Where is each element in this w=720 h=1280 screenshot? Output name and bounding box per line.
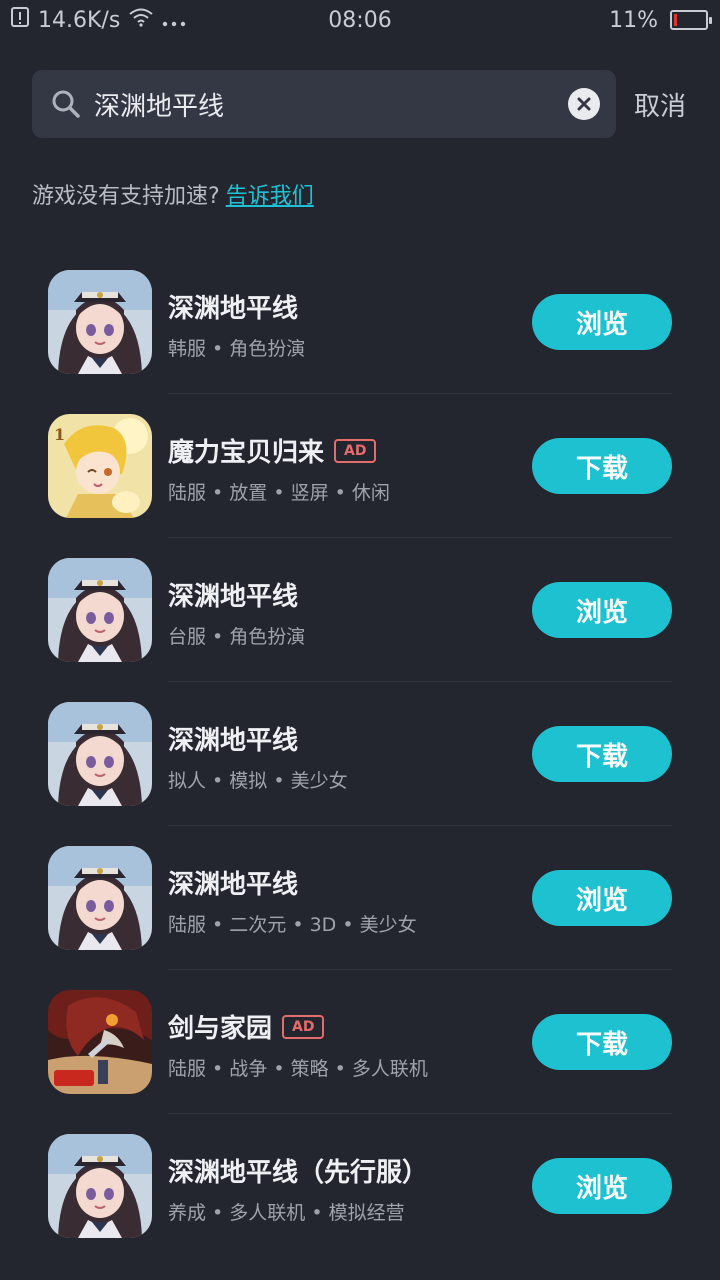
game-tags: 养成 • 多人联机 • 模拟经营 <box>168 1202 405 1224</box>
game-title-line: 深渊地平线 <box>168 288 298 325</box>
download-button[interactable]: 下载 <box>532 1014 672 1070</box>
ad-badge: AD <box>282 1014 325 1039</box>
game-list-item[interactable]: 1 魔力宝贝归来 AD 陆服 • 放置 • 竖屏 • 休闲 下载 <box>48 394 672 538</box>
hint-text: 游戏没有支持加速? <box>32 184 220 209</box>
game-list-item[interactable]: 剑与家园 AD 陆服 • 战争 • 策略 • 多人联机 下载 <box>48 970 672 1114</box>
sword-home-icon[interactable] <box>48 990 152 1094</box>
game-list-item[interactable]: 深渊地平线拟人 • 模拟 • 美少女 下载 <box>48 682 672 826</box>
abyss-horizon-icon[interactable] <box>48 270 152 374</box>
game-list-item[interactable]: 深渊地平线陆服 • 二次元 • 3D • 美少女 浏览 <box>48 826 672 970</box>
browse-button[interactable]: 浏览 <box>532 1158 672 1214</box>
game-title: 深渊地平线（先行服） <box>168 1158 429 1188</box>
tell-us-link[interactable]: 告诉我们 <box>226 184 314 209</box>
abyss-horizon-icon[interactable] <box>48 846 152 950</box>
status-bar: 14.6K/s 08:06 11% <box>0 0 720 40</box>
crossgate-icon[interactable]: 1 <box>48 414 152 518</box>
abyss-horizon-icon[interactable] <box>48 1134 152 1238</box>
game-title-line: 深渊地平线（先行服） <box>168 1152 428 1189</box>
download-button[interactable]: 下载 <box>532 438 672 494</box>
game-title-line: 深渊地平线 <box>168 720 298 757</box>
clear-icon[interactable] <box>568 88 600 120</box>
battery-icon <box>670 10 712 30</box>
abyss-horizon-icon[interactable] <box>48 558 152 662</box>
game-title: 魔力宝贝归来 <box>168 438 325 468</box>
browse-button[interactable]: 浏览 <box>532 294 672 350</box>
game-title-line: 深渊地平线 <box>168 864 298 901</box>
game-title: 剑与家园 <box>168 1014 273 1044</box>
abyss-horizon-icon[interactable] <box>48 702 152 806</box>
game-tags: 拟人 • 模拟 • 美少女 <box>168 770 348 792</box>
unsupported-game-hint: 游戏没有支持加速? 告诉我们 <box>32 178 314 210</box>
download-button[interactable]: 下载 <box>532 726 672 782</box>
game-title: 深渊地平线 <box>168 582 299 612</box>
cancel-button[interactable]: 取消 <box>634 86 686 123</box>
search-input[interactable] <box>94 70 568 138</box>
game-list-item[interactable]: 深渊地平线台服 • 角色扮演 浏览 <box>48 538 672 682</box>
svg-text:1: 1 <box>54 425 65 444</box>
game-title-line: 深渊地平线 <box>168 576 298 613</box>
game-tags: 陆服 • 二次元 • 3D • 美少女 <box>168 914 417 936</box>
game-list-item[interactable]: 深渊地平线韩服 • 角色扮演 浏览 <box>48 250 672 394</box>
alert-icon <box>10 6 30 34</box>
battery-level <box>674 14 677 26</box>
wifi-icon <box>128 7 154 33</box>
browse-button[interactable]: 浏览 <box>532 870 672 926</box>
game-tags: 韩服 • 角色扮演 <box>168 338 306 360</box>
search-box[interactable] <box>32 70 616 138</box>
game-title: 深渊地平线 <box>168 294 299 324</box>
game-tags: 陆服 • 战争 • 策略 • 多人联机 <box>168 1058 428 1080</box>
game-title-line: 魔力宝贝归来 AD <box>168 432 377 469</box>
more-dots-icon <box>162 8 186 33</box>
search-icon <box>50 88 82 120</box>
game-list-item[interactable]: 深渊地平线（先行服） 养成 • 多人联机 • 模拟经营 浏览 <box>48 1114 672 1258</box>
game-title-line: 剑与家园 AD <box>168 1008 325 1045</box>
battery-percent: 11% <box>609 7 658 33</box>
game-title: 深渊地平线 <box>168 726 299 756</box>
search-row: 取消 <box>32 70 692 138</box>
game-title: 深渊地平线 <box>168 870 299 900</box>
game-tags: 陆服 • 放置 • 竖屏 • 休闲 <box>168 482 390 504</box>
network-speed: 14.6K/s <box>38 7 121 33</box>
ad-badge: AD <box>334 438 377 463</box>
game-tags: 台服 • 角色扮演 <box>168 626 306 648</box>
browse-button[interactable]: 浏览 <box>532 582 672 638</box>
